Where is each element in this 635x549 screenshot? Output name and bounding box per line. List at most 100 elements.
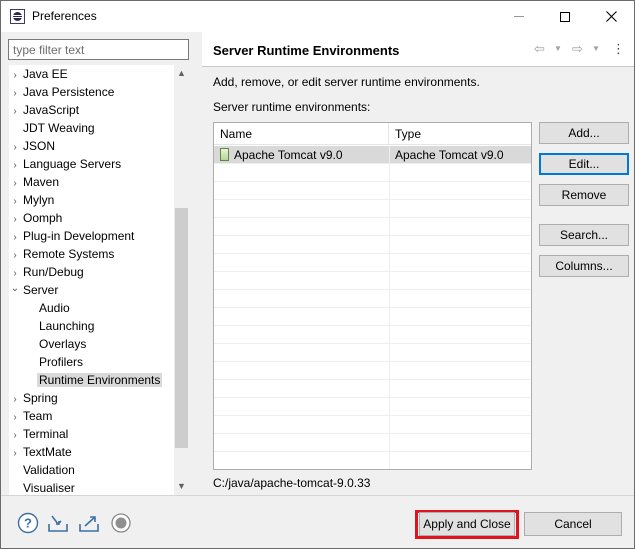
empty-table-row[interactable] — [214, 452, 531, 469]
empty-table-row[interactable] — [214, 200, 531, 218]
empty-table-row[interactable] — [214, 326, 531, 344]
tree-item-label: Language Servers — [23, 157, 122, 171]
table-row[interactable]: Apache Tomcat v9.0 Apache Tomcat v9.0 — [214, 146, 531, 164]
runtime-name-cell: Apache Tomcat v9.0 — [220, 146, 343, 164]
tree-item-label: TextMate — [23, 445, 72, 459]
view-menu-icon[interactable]: ⋮ — [612, 41, 625, 57]
column-separator — [389, 145, 390, 469]
tree-item[interactable]: › Remote Systems — [9, 245, 116, 263]
tree-item-label: Terminal — [23, 427, 69, 441]
tree-item[interactable]: Profilers — [25, 353, 85, 371]
empty-table-row[interactable] — [214, 308, 531, 326]
empty-table-row[interactable] — [214, 182, 531, 200]
tree-item-label: Overlays — [39, 337, 87, 351]
empty-table-row[interactable] — [214, 398, 531, 416]
help-icon[interactable]: ? — [17, 512, 39, 534]
tree-item[interactable]: › JavaScript — [9, 101, 81, 119]
page-navigation: ⇦ ▼ ⇨ ▼ ⋮ — [534, 41, 630, 57]
empty-table-row[interactable] — [214, 434, 531, 452]
tree-item[interactable]: › Language Servers — [9, 155, 123, 173]
tree-item-label: Plug-in Development — [23, 229, 135, 243]
tree-item[interactable]: › JSON — [9, 137, 57, 155]
tree-item-label: Remote Systems — [23, 247, 115, 261]
window-title: Preferences — [32, 9, 97, 23]
tree-item[interactable]: Validation — [9, 461, 77, 479]
empty-table-row[interactable] — [214, 236, 531, 254]
tree-item[interactable]: JDT Weaving — [9, 119, 97, 137]
tree-item[interactable]: › TextMate — [9, 443, 74, 461]
tree-item[interactable]: › Team — [9, 407, 54, 425]
scroll-up-icon[interactable]: ▲ — [174, 66, 189, 81]
runtime-type-cell: Apache Tomcat v9.0 — [395, 148, 504, 162]
columns-button[interactable]: Columns... — [539, 255, 629, 277]
tree-item-label: Validation — [23, 463, 75, 477]
export-icon[interactable] — [78, 512, 100, 534]
runtime-name: Apache Tomcat v9.0 — [234, 148, 343, 162]
maximize-icon — [560, 11, 570, 22]
close-button[interactable] — [588, 1, 634, 32]
tree-item[interactable]: › Spring — [9, 389, 60, 407]
empty-table-row[interactable] — [214, 254, 531, 272]
edit-button[interactable]: Edit... — [539, 153, 629, 175]
server-runtime-icon — [220, 148, 229, 161]
tree-item-label: JSON — [23, 139, 56, 153]
runtime-table: Name Type Apache Tomcat v9.0 Apache Tomca… — [213, 122, 532, 470]
tree-item-label: Oomph — [23, 211, 63, 225]
eclipse-icon — [10, 9, 25, 24]
tree-item[interactable]: Launching — [25, 317, 96, 335]
tree-scrollbar[interactable]: ▲ ▼ — [174, 65, 189, 495]
scroll-down-icon[interactable]: ▼ — [174, 479, 189, 494]
tree-item[interactable]: Overlays — [25, 335, 88, 353]
empty-table-row[interactable] — [214, 164, 531, 182]
empty-table-row[interactable] — [214, 272, 531, 290]
forward-arrow-icon[interactable]: ⇨ — [572, 41, 583, 57]
tree-item[interactable]: › Maven — [9, 173, 61, 191]
tree-item[interactable]: › Plug-in Development — [9, 227, 136, 245]
forward-menu-icon[interactable]: ▼ — [592, 44, 600, 53]
maximize-button[interactable] — [542, 1, 588, 32]
column-header-type[interactable]: Type — [389, 123, 531, 145]
preference-page: Server Runtime Environments ⇦ ▼ ⇨ ▼ ⋮ Ad… — [202, 32, 634, 495]
remove-button[interactable]: Remove — [539, 184, 629, 206]
tree-item[interactable]: › Java EE — [9, 65, 70, 83]
empty-table-row[interactable] — [214, 416, 531, 434]
tree-item[interactable]: Visualiser — [9, 479, 77, 495]
back-menu-icon[interactable]: ▼ — [554, 44, 562, 53]
tree-item-label: JavaScript — [23, 103, 80, 117]
tree-item-label: Audio — [39, 301, 70, 315]
tree-item[interactable]: › Run/Debug — [9, 263, 86, 281]
tree-item-label: Team — [23, 409, 53, 423]
back-arrow-icon[interactable]: ⇦ — [534, 41, 545, 57]
tree-item[interactable]: › Java Persistence — [9, 83, 116, 101]
import-icon[interactable] — [47, 512, 69, 534]
empty-table-row[interactable] — [214, 218, 531, 236]
apply-and-close-button[interactable]: Apply and Close — [419, 512, 515, 536]
dialog-footer: ? Apply and Close Cancel — [1, 495, 634, 548]
empty-table-row[interactable] — [214, 290, 531, 308]
tree-item[interactable]: › Oomph — [9, 209, 64, 227]
tree-item-label: JDT Weaving — [23, 121, 95, 135]
minimize-button[interactable] — [496, 1, 542, 32]
page-title: Server Runtime Environments — [213, 43, 400, 58]
search-button[interactable]: Search... — [539, 224, 629, 246]
scrollbar-thumb[interactable] — [175, 208, 188, 448]
add-button[interactable]: Add... — [539, 122, 629, 144]
chevron-down-icon[interactable]: ⌄ — [9, 280, 21, 298]
tree-item-label: Launching — [39, 319, 95, 333]
empty-table-row[interactable] — [214, 362, 531, 380]
column-header-name[interactable]: Name — [214, 123, 389, 145]
tree-item-label: Java Persistence — [23, 85, 115, 99]
empty-table-row[interactable] — [214, 344, 531, 362]
tree-item[interactable]: › Terminal — [9, 425, 70, 443]
close-icon — [605, 11, 617, 22]
empty-table-row[interactable] — [214, 380, 531, 398]
filter-input[interactable] — [8, 39, 189, 60]
tree-item[interactable]: Audio — [25, 299, 72, 317]
tree-item-label: Server — [23, 283, 59, 297]
cancel-button[interactable]: Cancel — [524, 512, 622, 536]
tree-item[interactable]: › Mylyn — [9, 191, 56, 209]
page-description: Add, remove, or edit server runtime envi… — [213, 75, 480, 89]
record-icon[interactable] — [110, 512, 132, 534]
tree-item[interactable]: Runtime Environments — [25, 371, 163, 389]
tree-item[interactable]: ⌄ Server — [9, 281, 60, 299]
